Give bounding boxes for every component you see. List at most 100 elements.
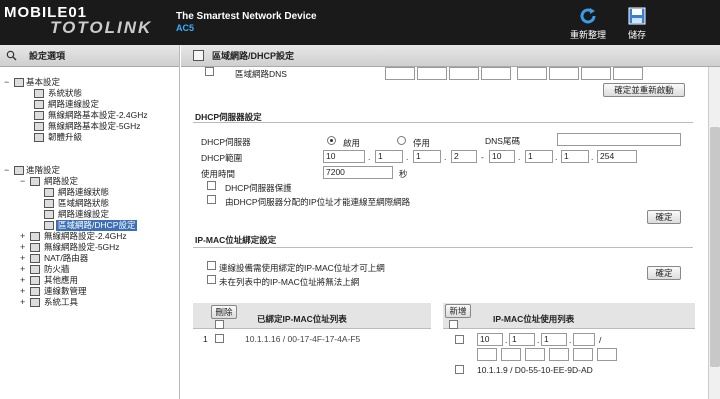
bound-row-checkbox[interactable] (215, 334, 224, 343)
used-mac-byte4[interactable] (549, 348, 569, 361)
tree-group-wifi-5[interactable]: + 無線網路設定-5GHz (0, 242, 179, 253)
tree-group-system-tools[interactable]: + 系統工具 (0, 297, 179, 308)
dhcp-only-checkbox[interactable] (207, 195, 216, 204)
tree-group-wifi-24[interactable]: + 無線網路設定-2.4GHz (0, 231, 179, 242)
lan-dns-ip2-octet1[interactable] (517, 67, 547, 80)
dot: . (518, 152, 521, 162)
tree-label: 網路連線狀態 (58, 187, 110, 197)
dot: . (406, 152, 409, 162)
used-row-value: 10.1.1.9 / D0-55-10-EE-9D-AD (477, 365, 593, 375)
lan-dns-ip2-octet2[interactable] (549, 67, 579, 80)
used-ip-octet1[interactable]: 10 (477, 333, 503, 346)
range-start-octet3[interactable]: 1 (413, 150, 441, 163)
lan-dns-ip1-octet2[interactable] (417, 67, 447, 80)
used-ip-octet2[interactable]: 1 (509, 333, 535, 346)
collapse-icon[interactable]: − (4, 77, 11, 88)
tree-label: 區域網路狀態 (58, 198, 110, 208)
save-button[interactable]: 儲存 (618, 6, 656, 42)
sidebar-item-conn-setup[interactable]: 網路連線設定 (0, 209, 179, 220)
lan-dns-ip1-octet4[interactable] (481, 67, 511, 80)
expand-icon[interactable]: + (20, 275, 27, 286)
range-end-octet1[interactable]: 10 (489, 150, 515, 163)
bound-select-all-checkbox[interactable] (215, 320, 224, 329)
scrollbar-thumb[interactable] (710, 127, 720, 367)
expand-icon[interactable]: + (20, 286, 27, 297)
dhcp-disable-radio[interactable] (397, 136, 406, 145)
tree-group-other[interactable]: + 其他應用 (0, 275, 179, 286)
tree-label: 防火牆 (44, 264, 70, 274)
bound-row-value: 10.1.1.16 / 00-17-4F-17-4A-F5 (245, 334, 361, 344)
tree-label: 其他應用 (44, 275, 79, 285)
page-icon (44, 199, 54, 208)
expand-icon[interactable]: + (20, 297, 27, 308)
used-ip-octet3[interactable]: 1 (541, 333, 567, 346)
apply-restart-button[interactable]: 確定並重新啟動 (603, 83, 685, 97)
expand-icon[interactable]: + (20, 253, 27, 264)
delete-button[interactable]: 刪除 (211, 305, 237, 319)
collapse-icon[interactable]: − (4, 165, 11, 176)
range-start-octet1[interactable]: 10 (323, 150, 365, 163)
used-mac-byte6[interactable] (597, 348, 617, 361)
range-end-octet3[interactable]: 1 (561, 150, 589, 163)
expand-icon[interactable]: + (20, 264, 27, 275)
used-new-checkbox[interactable] (455, 335, 464, 344)
dhcp-disable-label: 停用 (413, 138, 431, 148)
ipmac-block-checkbox[interactable] (207, 275, 216, 284)
wireless-icon (34, 111, 44, 120)
sidebar-item-conn-status[interactable]: 網路連線狀態 (0, 187, 179, 198)
tree-label: 基本設定 (26, 77, 61, 87)
sidebar-item-system-status[interactable]: 系統狀態 (0, 88, 179, 99)
tree-label: 無線網路基本設定-2.4GHz (48, 110, 148, 120)
sidebar-item-wifi-5-basic[interactable]: 無線網路基本設定-5GHz (0, 121, 179, 132)
lan-dns-checkbox[interactable] (205, 67, 214, 76)
collapse-icon[interactable]: − (20, 176, 27, 187)
ipmac-require-checkbox[interactable] (207, 261, 216, 270)
add-button[interactable]: 新增 (445, 304, 471, 318)
sidebar-item-wan-setup[interactable]: 網路連線設定 (0, 99, 179, 110)
dot: . (555, 152, 558, 162)
sidebar-item-firmware[interactable]: 韌體升級 (0, 132, 179, 143)
tree-group-conn-mgmt[interactable]: + 連線數管理 (0, 286, 179, 297)
folder-icon (14, 166, 24, 175)
lan-dns-ip1-octet3[interactable] (449, 67, 479, 80)
sidebar-item-lan-status[interactable]: 區域網路狀態 (0, 198, 179, 209)
used-row-checkbox[interactable] (455, 365, 464, 374)
lan-dns-label: 區域網路DNS (235, 69, 287, 79)
tree-group-firewall[interactable]: + 防火牆 (0, 264, 179, 275)
tree-group-network[interactable]: − 網路設定 (0, 176, 179, 187)
lan-dns-ip2-octet4[interactable] (613, 67, 643, 80)
top-header: MOBILE01 TOTOLINK The Smartest Network D… (0, 0, 720, 45)
lan-dns-ip2-octet3[interactable] (581, 67, 611, 80)
range-end-octet4[interactable]: 254 (597, 150, 637, 163)
ipmac-confirm-button[interactable]: 確定 (647, 266, 681, 280)
used-mac-byte5[interactable] (573, 348, 593, 361)
refresh-button[interactable]: 重新整理 (566, 6, 610, 42)
tree-label: 系統狀態 (48, 88, 83, 98)
tree-group-basic[interactable]: − 基本設定 (0, 77, 179, 88)
page-icon (44, 221, 54, 230)
tree-group-advanced[interactable]: − 進階設定 (0, 165, 179, 176)
range-start-octet2[interactable]: 1 (375, 150, 403, 163)
dhcp-protect-checkbox[interactable] (207, 181, 216, 190)
range-end-octet2[interactable]: 1 (525, 150, 553, 163)
used-mac-byte1[interactable] (477, 348, 497, 361)
range-start-octet4[interactable]: 2 (451, 150, 477, 163)
lan-dns-ip1-octet1[interactable] (385, 67, 415, 80)
dhcp-enable-radio[interactable] (327, 136, 336, 145)
lease-time-input[interactable]: 7200 (323, 166, 393, 179)
main-panel: 區域網路/DHCP設定 區域網路DNS 確定並重新啟動 DHCP伺服器設定 DH… (181, 45, 720, 399)
sidebar-item-wifi-24-basic[interactable]: 無線網路基本設定-2.4GHz (0, 110, 179, 121)
sidebar-item-lan-dhcp[interactable]: 區域網路/DHCP設定 (0, 220, 179, 231)
used-mac-byte2[interactable] (501, 348, 521, 361)
sidebar: 設定選項 − 基本設定 系統狀態 網路連線設定 無線網路基本設定-2.4GHz … (0, 45, 180, 399)
expand-icon[interactable]: + (20, 231, 27, 242)
used-select-all-checkbox[interactable] (449, 320, 458, 329)
dns-suffix-input[interactable] (557, 133, 681, 146)
page-icon (193, 50, 204, 61)
expand-icon[interactable]: + (20, 242, 27, 253)
vertical-scrollbar[interactable] (708, 67, 720, 399)
tree-group-nat[interactable]: + NAT/路由器 (0, 253, 179, 264)
used-ip-octet4[interactable] (573, 333, 595, 346)
dhcp-confirm-button[interactable]: 確定 (647, 210, 681, 224)
used-mac-byte3[interactable] (525, 348, 545, 361)
